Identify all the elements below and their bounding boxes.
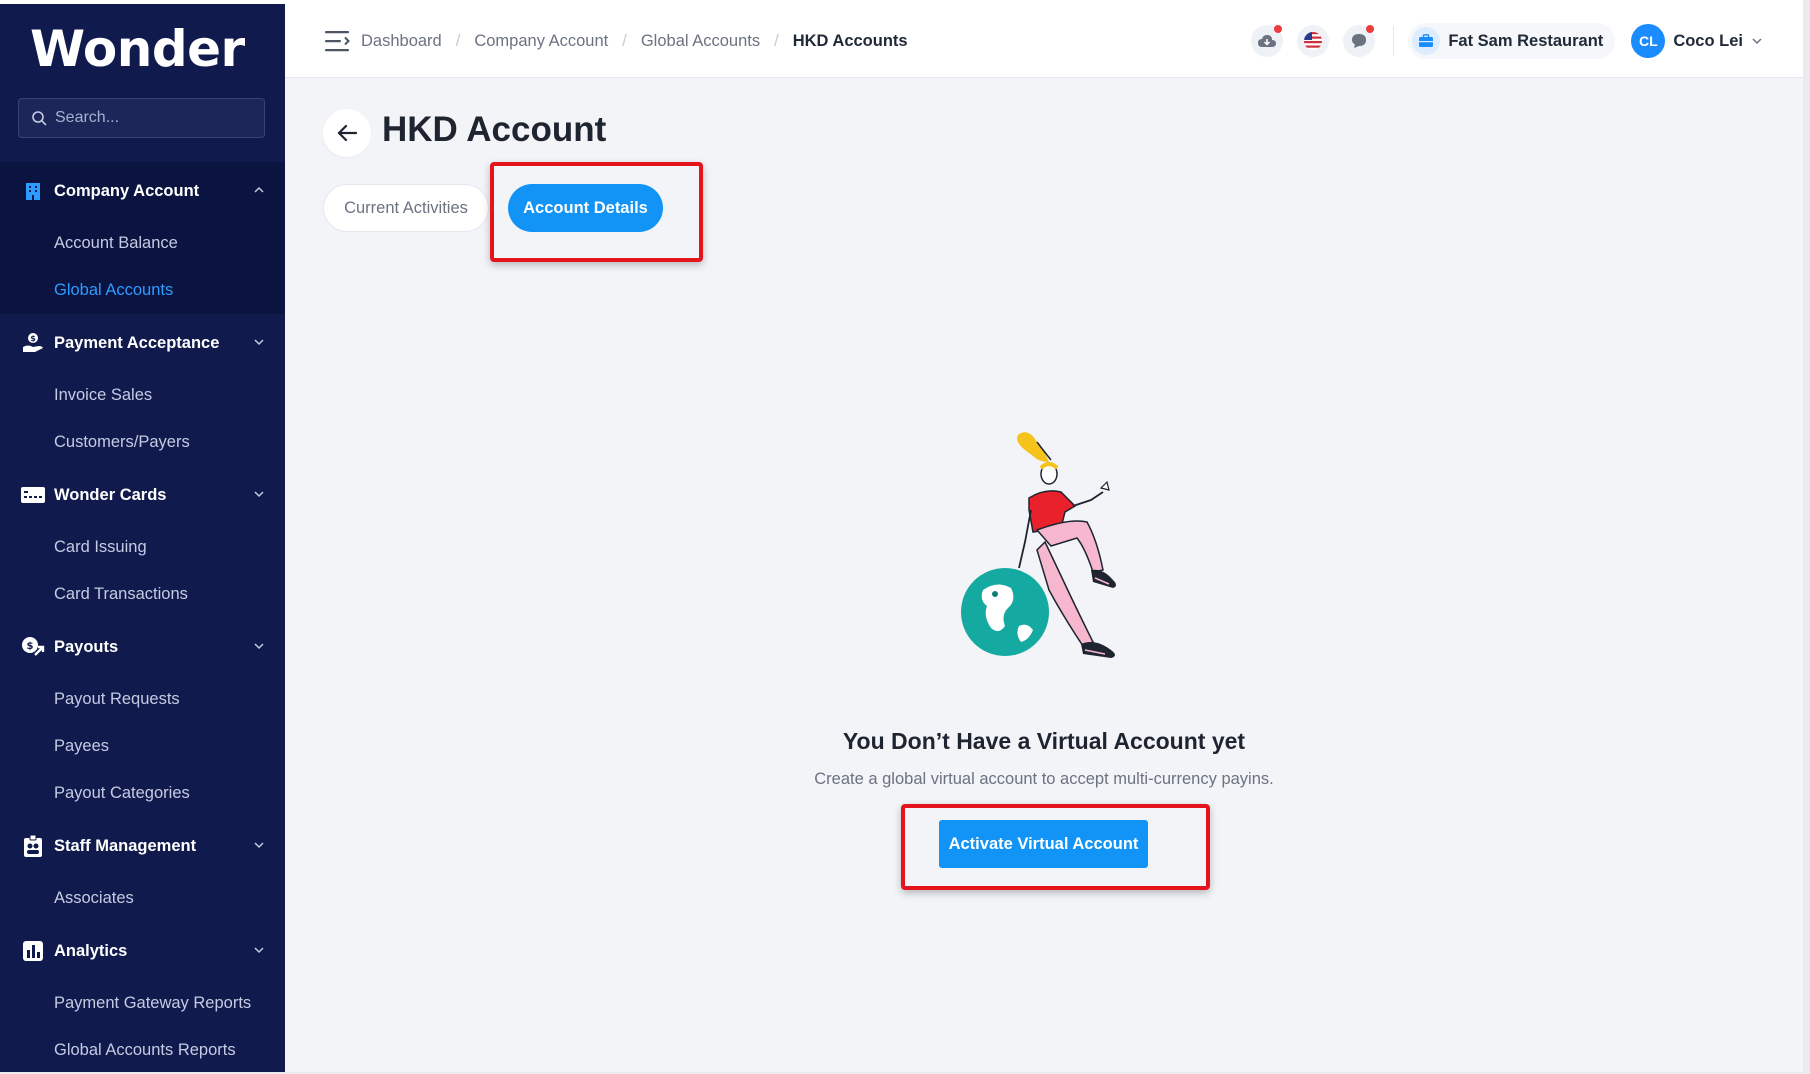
empty-state-subtitle: Create a global virtual account to accep… bbox=[814, 770, 1274, 788]
tab-current-activities[interactable]: Current Activities bbox=[323, 184, 489, 232]
nav-section-company-account: Company Account Account Balance Global A… bbox=[0, 162, 285, 314]
building-icon bbox=[20, 178, 46, 204]
nav-header-label: Analytics bbox=[54, 941, 128, 960]
header-actions: Fat Sam Restaurant CL Coco Lei bbox=[1251, 4, 1803, 78]
chat-button[interactable] bbox=[1343, 25, 1376, 57]
nav-section-wonder-cards: Wonder Cards Card Issuing Card Transacti… bbox=[0, 466, 285, 618]
globe-woman-illustration bbox=[961, 432, 1116, 658]
nav-header-label: Payment Acceptance bbox=[54, 333, 220, 352]
breadcrumb: Dashboard / Company Account / Global Acc… bbox=[361, 4, 908, 78]
chevron-down-icon bbox=[254, 339, 264, 346]
breadcrumb-separator: / bbox=[455, 31, 461, 50]
nav-header-analytics[interactable]: Analytics bbox=[0, 922, 285, 980]
company-name: Fat Sam Restaurant bbox=[1448, 31, 1604, 50]
search-input[interactable] bbox=[55, 109, 255, 127]
sidebar-item-payout-requests[interactable]: Payout Requests bbox=[0, 676, 285, 723]
sidebar-item-associates[interactable]: Associates bbox=[0, 875, 285, 922]
nav-header-wonder-cards[interactable]: Wonder Cards bbox=[0, 466, 285, 524]
company-switcher[interactable]: Fat Sam Restaurant bbox=[1408, 23, 1616, 59]
nav-header-payouts[interactable]: $ Payouts bbox=[0, 618, 285, 676]
nav-section-staff-management: Staff Management Associates bbox=[0, 817, 285, 922]
nav-header-staff-management[interactable]: Staff Management bbox=[0, 817, 285, 875]
svg-text:$: $ bbox=[30, 334, 36, 343]
sidebar-item-payees[interactable]: Payees bbox=[0, 723, 285, 770]
cloud-download-button[interactable] bbox=[1251, 25, 1284, 57]
page-title: HKD Account bbox=[382, 110, 607, 149]
notification-dot bbox=[1274, 25, 1283, 33]
hand-dollar-icon: $ bbox=[20, 330, 46, 356]
chevron-down-icon bbox=[254, 947, 264, 954]
sidebar-item-card-transactions[interactable]: Card Transactions bbox=[0, 571, 285, 618]
svg-text:$: $ bbox=[27, 641, 34, 652]
sidebar-item-customers-payers[interactable]: Customers/Payers bbox=[0, 419, 285, 466]
nav-section-payment-acceptance: $ Payment Acceptance Invoice Sales Custo… bbox=[0, 314, 285, 466]
breadcrumb-dashboard[interactable]: Dashboard bbox=[361, 32, 442, 51]
nav-section-payouts: $ Payouts Payout Requests Payees Payout … bbox=[0, 618, 285, 817]
top-bar: Dashboard / Company Account / Global Acc… bbox=[285, 4, 1803, 78]
breadcrumb-company-account[interactable]: Company Account bbox=[474, 32, 608, 51]
search-box[interactable] bbox=[18, 98, 265, 138]
chevron-down-icon bbox=[254, 491, 264, 498]
breadcrumb-separator: / bbox=[774, 31, 779, 50]
nav-header-label: Wonder Cards bbox=[54, 485, 167, 504]
avatar: CL bbox=[1631, 24, 1666, 58]
staff-badge-icon bbox=[20, 833, 46, 859]
app-frame: Wonder Company Account Account Balance G… bbox=[0, 0, 1810, 1074]
card-icon bbox=[20, 482, 46, 508]
back-button[interactable] bbox=[323, 109, 371, 157]
sidebar: Wonder Company Account Account Balance G… bbox=[0, 4, 285, 1072]
search-icon bbox=[32, 111, 47, 126]
empty-state-title: You Don’t Have a Virtual Account yet bbox=[842, 728, 1246, 754]
breadcrumb-hkd-accounts: HKD Accounts bbox=[792, 31, 908, 50]
sidebar-item-payment-gateway-reports[interactable]: Payment Gateway Reports bbox=[0, 980, 285, 1027]
breadcrumb-global-accounts[interactable]: Global Accounts bbox=[641, 32, 760, 51]
activate-virtual-account-button[interactable]: Activate Virtual Account bbox=[939, 820, 1148, 868]
cloud-download-icon bbox=[1258, 35, 1277, 47]
sidebar-item-account-balance[interactable]: Account Balance bbox=[0, 220, 285, 267]
sidebar-nav: Company Account Account Balance Global A… bbox=[0, 162, 285, 1072]
nav-header-label: Payouts bbox=[54, 637, 119, 656]
nav-header-company-account[interactable]: Company Account bbox=[0, 162, 285, 220]
chevron-down-icon bbox=[254, 643, 264, 650]
chevron-up-icon bbox=[254, 186, 264, 193]
user-menu[interactable]: CL Coco Lei bbox=[1631, 24, 1763, 58]
sidebar-item-global-accounts-reports[interactable]: Global Accounts Reports bbox=[0, 1027, 285, 1072]
header-divider bbox=[1393, 26, 1395, 56]
nav-section-analytics: Analytics Payment Gateway Reports Global… bbox=[0, 922, 285, 1072]
menu-toggle-icon[interactable] bbox=[325, 30, 351, 52]
nav-header-payment-acceptance[interactable]: $ Payment Acceptance bbox=[0, 314, 285, 372]
brand-logo: Wonder bbox=[30, 20, 245, 78]
chevron-down-icon bbox=[254, 842, 264, 849]
notification-dot bbox=[1366, 25, 1375, 33]
breadcrumb-separator: / bbox=[622, 31, 627, 50]
window-edge bbox=[1803, 0, 1810, 1074]
chevron-down-icon bbox=[1752, 38, 1762, 45]
tab-account-details[interactable]: Account Details bbox=[508, 184, 663, 232]
user-name: Coco Lei bbox=[1673, 31, 1743, 50]
sidebar-item-invoice-sales[interactable]: Invoice Sales bbox=[0, 372, 285, 419]
briefcase-icon bbox=[1412, 27, 1441, 55]
nav-header-label: Staff Management bbox=[54, 836, 197, 855]
sidebar-item-global-accounts[interactable]: Global Accounts bbox=[0, 267, 285, 314]
nav-header-label: Company Account bbox=[54, 181, 200, 200]
arrow-left-icon bbox=[337, 124, 358, 142]
sidebar-item-payout-categories[interactable]: Payout Categories bbox=[0, 770, 285, 817]
chat-bubble-icon bbox=[1352, 34, 1367, 48]
sidebar-item-card-issuing[interactable]: Card Issuing bbox=[0, 524, 285, 571]
language-button[interactable] bbox=[1297, 25, 1330, 57]
us-flag-icon bbox=[1304, 32, 1323, 50]
payout-icon: $ bbox=[20, 634, 46, 660]
bar-chart-icon bbox=[20, 938, 46, 964]
main-content: HKD Account Current Activities Account D… bbox=[285, 78, 1803, 1072]
